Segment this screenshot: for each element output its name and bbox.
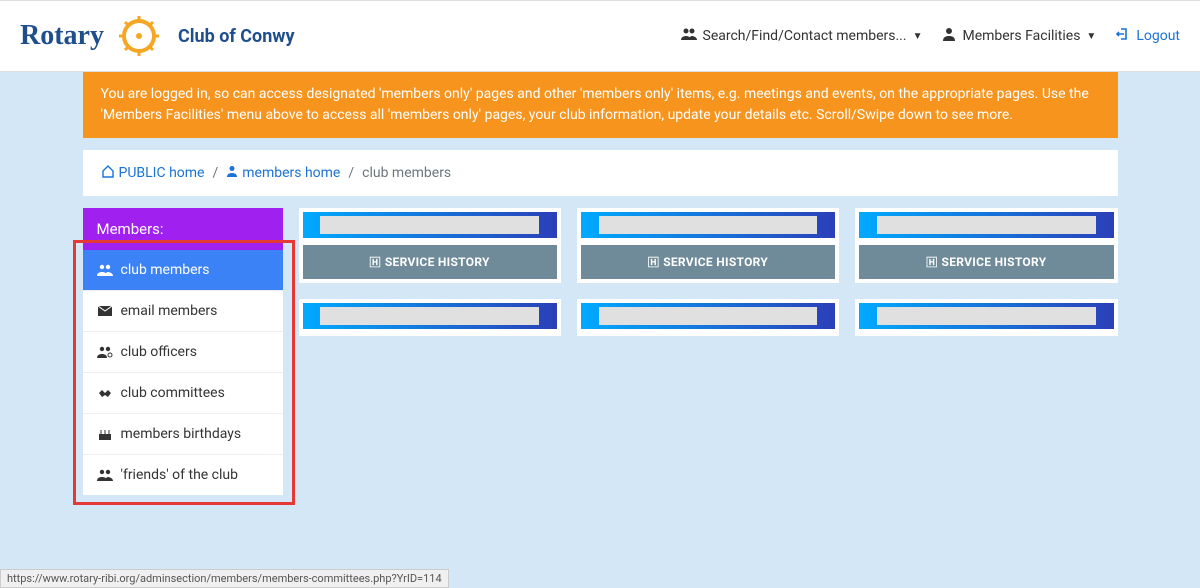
h-square-icon: 🄷 — [926, 254, 937, 270]
member-card: 🄷 SERVICE HISTORY — [577, 208, 839, 283]
member-card: 🄷 SERVICE HISTORY — [299, 208, 561, 283]
card-name-placeholder — [320, 307, 539, 325]
users-cog-icon — [97, 346, 113, 358]
nav-search-label: Search/Find/Contact members... — [703, 28, 907, 44]
birthday-icon — [97, 428, 113, 440]
h-square-icon: 🄷 — [370, 254, 381, 270]
card-header — [581, 212, 835, 238]
breadcrumb-members-home[interactable]: members home — [226, 165, 340, 181]
users-icon — [97, 264, 113, 276]
card-header — [581, 303, 835, 329]
site-header: Rotary Club of Conwy Search/Find — [0, 0, 1200, 72]
sidebar-item-members-birthdays[interactable]: members birthdays — [83, 413, 283, 454]
caret-down-icon: ▼ — [1086, 31, 1096, 42]
breadcrumb: PUBLIC home / members home / club member… — [83, 150, 1118, 196]
nav-facilities-dropdown[interactable]: Members Facilities ▼ — [942, 27, 1096, 45]
caret-down-icon: ▼ — [913, 31, 923, 42]
sidebar-item-club-members[interactable]: club members — [83, 250, 283, 290]
member-card — [855, 299, 1117, 336]
sidebar-item-club-officers[interactable]: club officers — [83, 331, 283, 372]
card-name-placeholder — [599, 216, 818, 234]
status-bar-url: https://www.rotary-ribi.org/adminsection… — [0, 569, 449, 588]
user-friends-icon — [97, 469, 113, 481]
brand-club-name: Club of Conwy — [178, 26, 295, 47]
sidebar-item-label: club members — [121, 262, 210, 278]
login-banner: You are logged in, so can access designa… — [83, 72, 1118, 138]
member-card — [577, 299, 839, 336]
member-card — [299, 299, 561, 336]
h-square-icon: 🄷 — [648, 254, 659, 270]
sidebar-item-label: email members — [121, 303, 218, 319]
member-card: 🄷 SERVICE HISTORY — [855, 208, 1117, 283]
nav-logout[interactable]: Logout — [1116, 27, 1180, 45]
breadcrumb-separator: / — [212, 165, 218, 181]
service-history-button[interactable]: 🄷 SERVICE HISTORY — [303, 245, 557, 279]
card-header — [303, 212, 557, 238]
user-icon — [942, 27, 956, 45]
sidebar-item-label: club committees — [121, 385, 225, 401]
card-name-placeholder — [599, 307, 818, 325]
breadcrumb-public-home[interactable]: PUBLIC home — [101, 164, 205, 182]
brand-word: Rotary — [20, 20, 104, 52]
brand: Rotary Club of Conwy — [20, 11, 295, 61]
user-icon — [226, 165, 238, 181]
card-name-placeholder — [877, 216, 1096, 234]
card-name-placeholder — [320, 216, 539, 234]
service-history-button[interactable]: 🄷 SERVICE HISTORY — [581, 245, 835, 279]
card-header — [859, 212, 1113, 238]
card-header — [859, 303, 1113, 329]
handshake-icon — [97, 387, 113, 399]
card-header — [303, 303, 557, 329]
nav-logout-label: Logout — [1136, 28, 1180, 44]
members-grid: 🄷 SERVICE HISTORY 🄷 SERVICE HISTORY 🄷 SE… — [299, 208, 1118, 336]
members-sidebar: Members: club members email members club… — [83, 208, 283, 495]
sidebar-header: Members: — [83, 208, 283, 250]
envelope-icon — [97, 306, 113, 316]
sidebar-item-friends-of-club[interactable]: 'friends' of the club — [83, 454, 283, 495]
breadcrumb-separator: / — [348, 165, 354, 181]
logout-icon — [1116, 27, 1130, 45]
card-name-placeholder — [877, 307, 1096, 325]
rotary-logo-icon — [114, 11, 164, 61]
service-history-button[interactable]: 🄷 SERVICE HISTORY — [859, 245, 1113, 279]
users-icon — [681, 27, 697, 45]
sidebar-item-label: 'friends' of the club — [121, 467, 238, 483]
breadcrumb-current: club members — [362, 165, 451, 181]
sidebar-item-email-members[interactable]: email members — [83, 290, 283, 331]
home-icon — [101, 164, 115, 182]
sidebar-item-label: club officers — [121, 344, 197, 360]
nav-search-dropdown[interactable]: Search/Find/Contact members... ▼ — [681, 27, 923, 45]
nav-right: Search/Find/Contact members... ▼ Members… — [681, 27, 1180, 45]
sidebar-item-label: members birthdays — [121, 426, 242, 442]
sidebar-item-club-committees[interactable]: club committees — [83, 372, 283, 413]
nav-facilities-label: Members Facilities — [962, 28, 1080, 44]
